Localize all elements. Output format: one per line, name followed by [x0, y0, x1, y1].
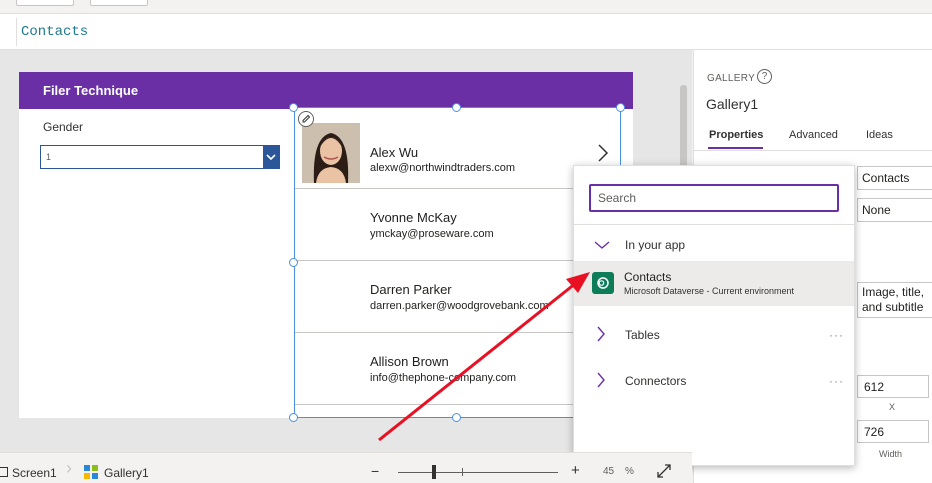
zoom-in-button[interactable]: +: [571, 462, 580, 479]
contacts-gallery[interactable]: Alex Wu alexw@northwindtraders.com Yvonn…: [294, 107, 621, 418]
formula-input[interactable]: Contacts: [16, 18, 932, 46]
section-connectors[interactable]: Connectors: [625, 374, 686, 388]
contacts-source-item[interactable]: Contacts Microsoft Dataverse - Current e…: [574, 261, 854, 306]
item-label: Contacts: [624, 270, 672, 284]
tab-advanced[interactable]: Advanced: [789, 129, 838, 141]
item-subtitle: Microsoft Dataverse - Current environmen…: [624, 286, 795, 296]
dropdown-value: 1: [46, 152, 52, 162]
contact-email: darren.parker@woodgrovebank.com: [370, 300, 549, 312]
gender-dropdown[interactable]: 1: [40, 145, 280, 169]
resize-handle[interactable]: [616, 103, 625, 112]
breadcrumb-gallery[interactable]: Gallery1: [104, 466, 149, 480]
x-caption: X: [889, 402, 896, 412]
toolbar-button[interactable]: [90, 0, 148, 6]
contact-photo: [302, 123, 360, 183]
gender-label: Gender: [43, 120, 84, 134]
help-icon[interactable]: ?: [757, 69, 772, 84]
breadcrumb-screen[interactable]: Screen1: [12, 466, 57, 480]
gallery-row[interactable]: Darren Parker darren.parker@woodgroveban…: [295, 261, 620, 333]
section-tables[interactable]: Tables: [625, 328, 660, 342]
more-options-icon[interactable]: ···: [829, 374, 844, 388]
width-input[interactable]: 726: [857, 420, 929, 443]
more-options-icon[interactable]: ···: [829, 328, 844, 342]
chevron-right-icon[interactable]: [596, 372, 606, 393]
gallery-row[interactable]: Yvonne McKay ymckay@proseware.com: [295, 189, 620, 261]
zoom-slider-tick: [462, 468, 463, 476]
layout-field[interactable]: Image, title, and subtitle: [857, 282, 932, 318]
gallery-row[interactable]: Allison Brown info@thephone-company.com: [295, 333, 620, 405]
chevron-down-icon[interactable]: [263, 146, 279, 168]
data-source-field[interactable]: Contacts: [857, 166, 932, 190]
zoom-slider-thumb[interactable]: [432, 465, 436, 479]
resize-handle[interactable]: [452, 413, 461, 422]
contact-email: ymckay@proseware.com: [370, 228, 494, 240]
contact-name: Allison Brown: [370, 354, 449, 369]
divider: [694, 150, 932, 151]
width-caption: Width: [879, 449, 903, 459]
breadcrumb-separator-icon: ›: [66, 458, 72, 478]
contact-email: alexw@northwindtraders.com: [370, 162, 516, 174]
contact-name: Yvonne McKay: [370, 210, 457, 225]
edit-pencil-icon[interactable]: [298, 111, 314, 127]
resize-handle[interactable]: [289, 258, 298, 267]
resize-handle[interactable]: [289, 103, 298, 112]
top-toolbar: [0, 0, 932, 14]
fields-field[interactable]: None: [857, 198, 932, 222]
search-input[interactable]: [589, 184, 839, 212]
dataverse-icon: [592, 272, 614, 294]
tab-properties[interactable]: Properties: [709, 129, 763, 141]
divider: [574, 224, 854, 225]
contact-email: info@thephone-company.com: [370, 372, 517, 384]
gallery-icon: [84, 465, 98, 483]
gallery-row[interactable]: Alex Wu alexw@northwindtraders.com: [295, 115, 620, 189]
zoom-percent: %: [625, 466, 634, 477]
screen-header: Filer Technique: [19, 72, 633, 109]
screen-title: Filer Technique: [43, 83, 139, 98]
zoom-level: 45: [603, 466, 615, 477]
zoom-out-button[interactable]: −: [371, 463, 379, 479]
tab-ideas[interactable]: Ideas: [866, 129, 893, 141]
resize-handle[interactable]: [452, 103, 461, 112]
control-name[interactable]: Gallery1: [706, 96, 758, 112]
toolbar-button[interactable]: [16, 0, 74, 6]
formula-bar: Contacts: [0, 14, 932, 50]
active-tab-indicator: [708, 147, 763, 149]
fit-to-window-icon[interactable]: [657, 464, 671, 483]
contact-name: Darren Parker: [370, 282, 452, 297]
chevron-right-icon[interactable]: [596, 326, 606, 347]
contact-name: Alex Wu: [370, 145, 419, 160]
status-bar: Screen1 › Gallery1 − + 45 %: [0, 452, 692, 483]
chevron-down-icon[interactable]: [594, 237, 610, 255]
section-in-your-app[interactable]: In your app: [625, 238, 685, 252]
resize-handle[interactable]: [289, 413, 298, 422]
data-source-popup: In your app Contacts Microsoft Dataverse…: [573, 165, 855, 466]
zoom-slider[interactable]: [398, 472, 558, 473]
x-input[interactable]: 612: [857, 375, 929, 398]
control-type-label: GALLERY: [707, 73, 756, 84]
screen-icon: [0, 467, 8, 477]
